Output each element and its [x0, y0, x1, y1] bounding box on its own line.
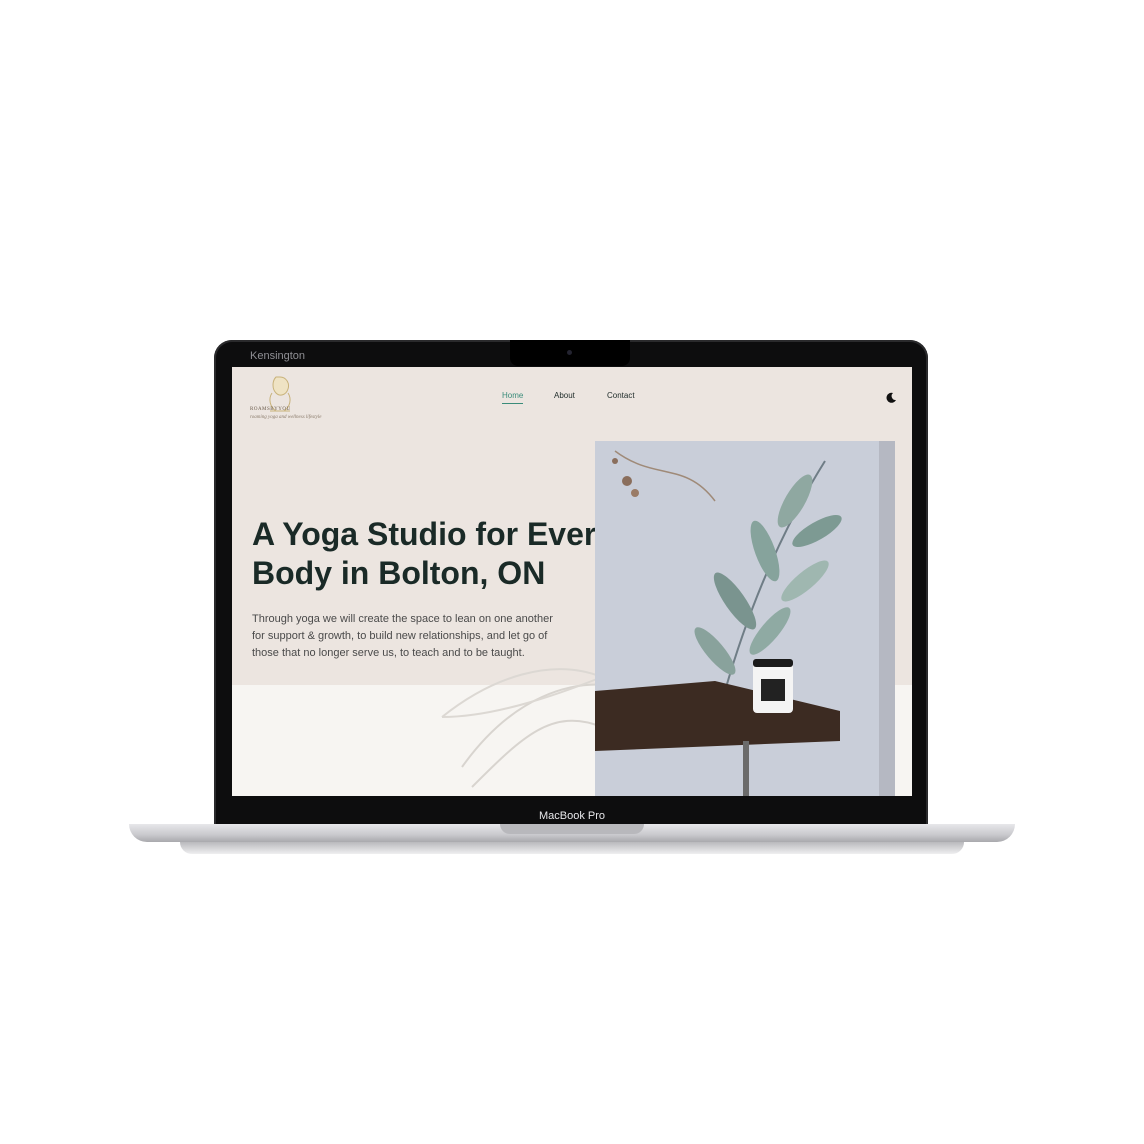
- leaf-wall-photo: [595, 441, 895, 796]
- website-screen: ROAMSBYYOU roaming yoga and wellness lif…: [232, 367, 912, 796]
- laptop-hinge-groove: [500, 824, 644, 834]
- logo-tagline: roaming yoga and wellness lifestyle: [250, 415, 322, 420]
- moon-icon[interactable]: [884, 391, 898, 405]
- nav-home-link[interactable]: Home: [502, 391, 524, 404]
- hero-description: Through yoga we will create the space to…: [252, 613, 553, 659]
- hero-title: A Yoga Studio for Every Body in Bolton, …: [252, 516, 615, 592]
- camera-notch: [510, 340, 630, 366]
- camera-icon: [567, 350, 572, 355]
- hero-photo: [595, 441, 895, 796]
- logo-name: ROAMSBYYOU: [250, 407, 291, 412]
- nav-about-link[interactable]: About: [554, 391, 575, 400]
- macbook-model-label: MacBook Pro: [538, 810, 606, 822]
- yoga-figure-logo-icon: [269, 376, 291, 412]
- laptop-base-shadow: [180, 842, 964, 854]
- nav-contact-link[interactable]: Contact: [607, 391, 635, 400]
- lid-brand-label: Kensington: [250, 350, 306, 362]
